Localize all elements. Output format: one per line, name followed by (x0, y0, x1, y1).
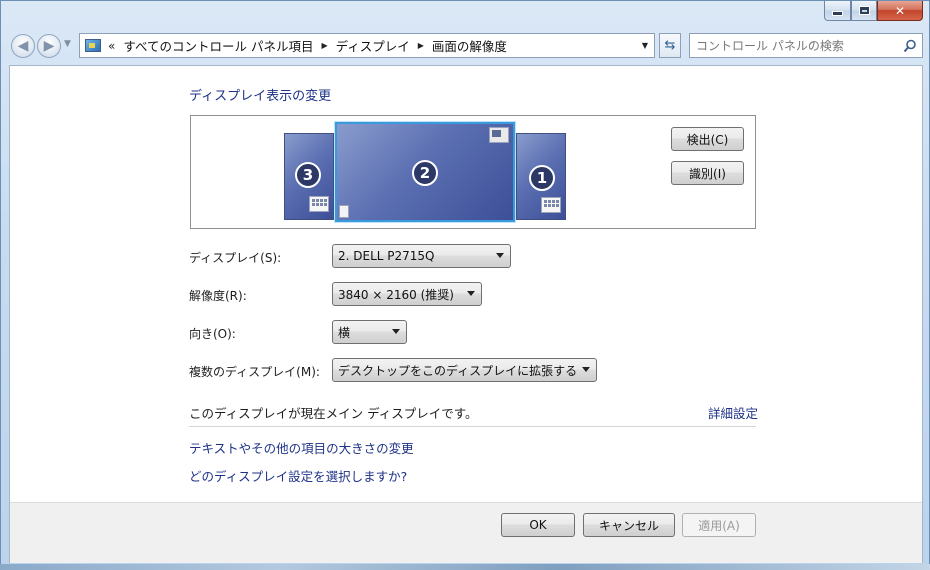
monitor-2[interactable]: 2 (335, 122, 515, 222)
navigation-bar: ◀ ▶ ▼ « すべてのコントロール パネル項目 ▶ ディスプレイ ▶ 画面の解… (9, 33, 923, 59)
desktop-background (0, 564, 930, 570)
resolution-select-value: 3840 × 2160 (推奨) (338, 287, 454, 302)
orientation-label: 向き(O): (189, 327, 236, 341)
chevron-down-icon (582, 367, 590, 372)
breadcrumb-separator-icon[interactable]: ▶ (418, 41, 424, 50)
maximize-icon (858, 6, 870, 15)
address-dropdown-icon[interactable]: ▼ (636, 34, 654, 57)
refresh-button[interactable]: ⇆ (659, 33, 681, 58)
content-pane: ディスプレイ表示の変更 3 2 1 検出(C) 識別(I) ディスプレイ(S):… (9, 65, 923, 563)
monitor-1[interactable]: 1 (516, 133, 566, 220)
display-select-value: 2. DELL P2715Q (338, 249, 435, 263)
multiple-displays-select-value: デスクトップをこのディスプレイに拡張する (338, 363, 578, 378)
divider (189, 426, 756, 427)
forward-button[interactable]: ▶ (37, 34, 61, 58)
text-size-link[interactable]: テキストやその他の項目の大きさの変更 (189, 438, 414, 457)
orientation-select[interactable]: 横 (332, 320, 407, 344)
page-title: ディスプレイ表示の変更 (189, 89, 332, 104)
breadcrumb-overflow[interactable]: « (108, 39, 115, 53)
detect-button[interactable]: 検出(C) (671, 127, 744, 151)
monitor-number-badge: 3 (295, 162, 321, 188)
multiple-displays-select[interactable]: デスクトップをこのディスプレイに拡張する (332, 358, 597, 382)
forward-arrow-icon: ▶ (43, 38, 55, 54)
chevron-down-icon (496, 253, 504, 258)
window-frame: ✕ ◀ ▶ ▼ « すべてのコントロール パネル項目 ▶ ディスプレイ ▶ 画面… (0, 0, 930, 570)
maximize-button[interactable] (851, 1, 877, 21)
resolution-label: 解像度(R): (189, 289, 247, 303)
monitor-number-badge: 1 (529, 165, 555, 191)
ok-button[interactable]: OK (501, 513, 575, 537)
monitor-taskbar-icon (541, 197, 561, 213)
minimize-icon (832, 11, 843, 16)
monitor-taskbar-icon (339, 205, 349, 218)
close-button[interactable]: ✕ (877, 1, 923, 21)
search-box (689, 33, 923, 58)
monitor-window-icon (489, 127, 509, 143)
resolution-select[interactable]: 3840 × 2160 (推奨) (332, 282, 482, 306)
multiple-displays-label: 複数のディスプレイ(M): (189, 365, 320, 379)
chevron-down-icon (467, 291, 475, 296)
close-icon: ✕ (894, 3, 906, 18)
breadcrumb-display[interactable]: ディスプレイ (336, 36, 410, 55)
chevron-down-icon (392, 329, 400, 334)
orientation-select-value: 横 (338, 325, 351, 340)
breadcrumb-all-items[interactable]: すべてのコントロール パネル項目 (123, 36, 313, 55)
display-label: ディスプレイ(S): (189, 251, 282, 265)
caption-buttons: ✕ (824, 1, 923, 21)
breadcrumb-resolution[interactable]: 画面の解像度 (432, 36, 507, 55)
display-select[interactable]: 2. DELL P2715Q (332, 244, 511, 268)
control-panel-icon (85, 39, 101, 52)
button-bar: OK キャンセル 適用(A) (10, 502, 922, 563)
search-icon[interactable] (903, 39, 917, 53)
monitor-3[interactable]: 3 (284, 133, 334, 220)
monitor-number-badge: 2 (412, 160, 438, 186)
breadcrumb-separator-icon[interactable]: ▶ (321, 41, 327, 50)
address-bar[interactable]: « すべてのコントロール パネル項目 ▶ ディスプレイ ▶ 画面の解像度 ▼ (79, 33, 655, 58)
apply-button[interactable]: 適用(A) (682, 513, 756, 537)
identify-button[interactable]: 識別(I) (671, 161, 744, 185)
main-display-status: このディスプレイが現在メイン ディスプレイです。 (189, 406, 478, 421)
minimize-button[interactable] (824, 1, 851, 21)
back-button[interactable]: ◀ (11, 34, 35, 58)
refresh-icon: ⇆ (664, 38, 676, 53)
cancel-button[interactable]: キャンセル (583, 513, 675, 537)
display-settings-help-link[interactable]: どのディスプレイ設定を選択しますか? (189, 466, 407, 485)
monitor-taskbar-icon (309, 196, 329, 212)
search-input[interactable] (696, 38, 896, 53)
advanced-settings-link[interactable]: 詳細設定 (708, 403, 758, 422)
monitor-arrangement: 3 2 1 検出(C) 識別(I) (190, 115, 756, 229)
back-arrow-icon: ◀ (17, 38, 29, 54)
recent-pages-arrow-icon[interactable]: ▼ (64, 39, 71, 49)
